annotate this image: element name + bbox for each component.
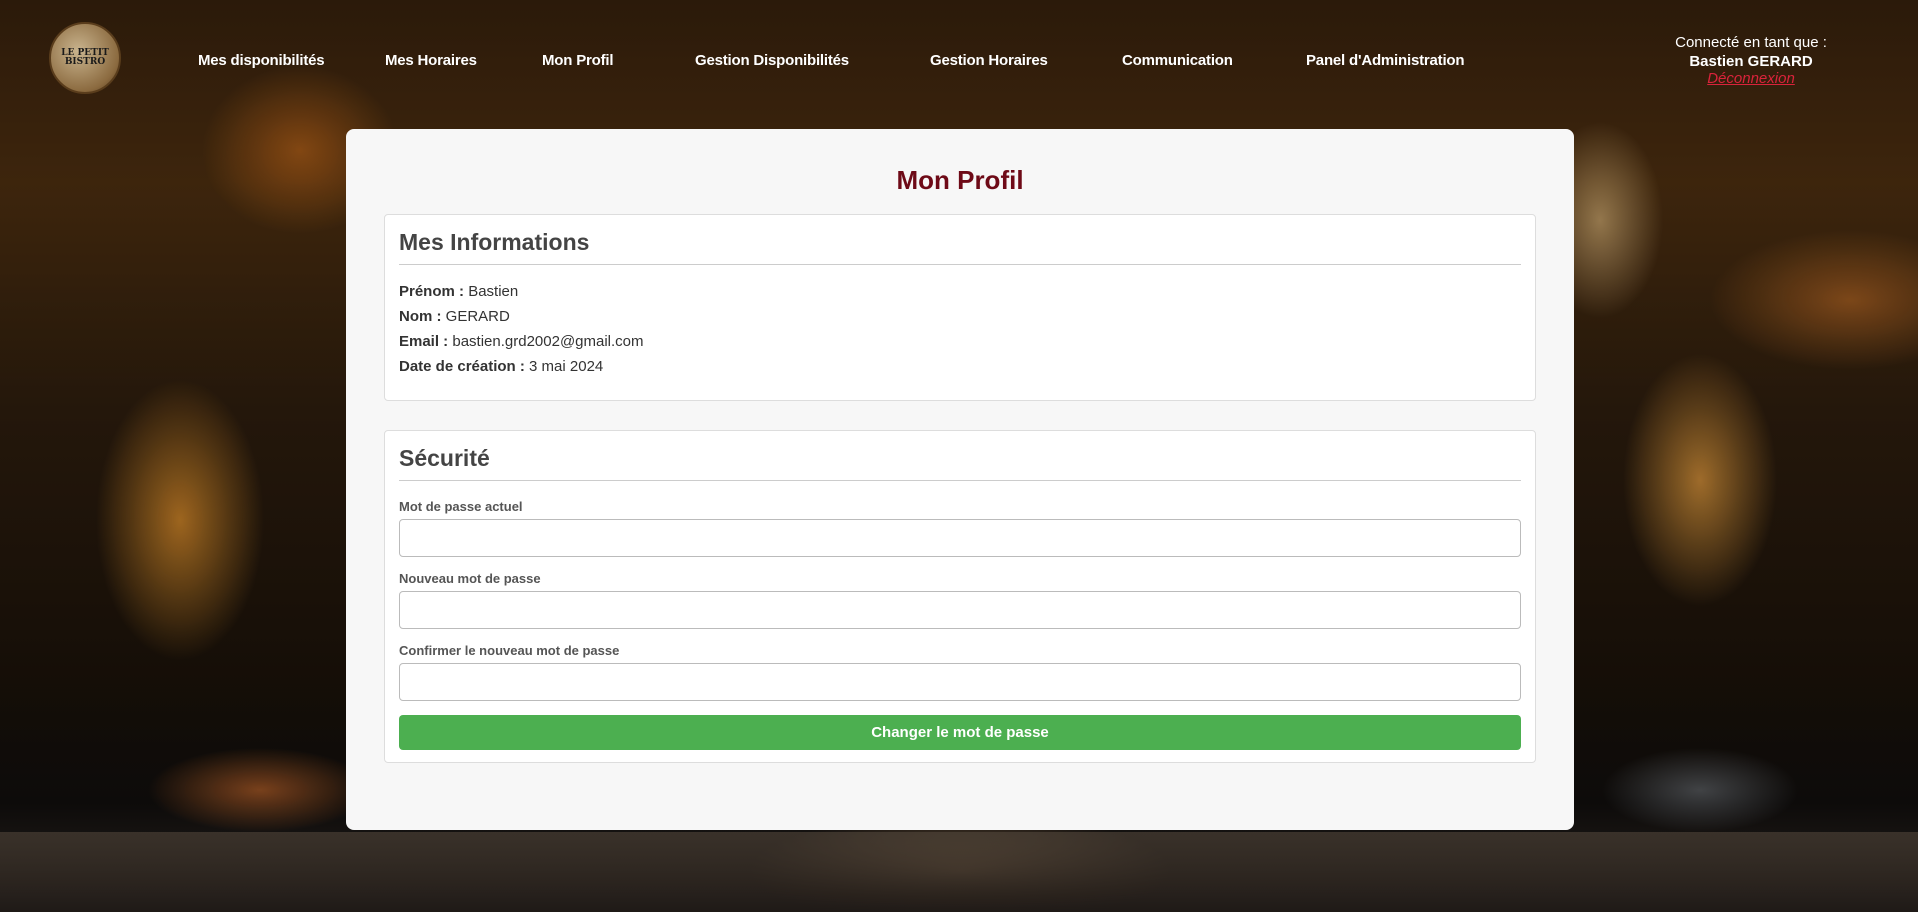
nav-mes-disponibilites[interactable]: Mes disponibilités [198, 52, 325, 69]
current-password-label: Mot de passe actuel [399, 499, 523, 514]
confirm-password-label: Confirmer le nouveau mot de passe [399, 643, 620, 658]
info-email-row: Email : bastien.grd2002@gmail.com [399, 329, 1521, 354]
page-title: Mon Profil [896, 165, 1024, 195]
logged-in-label: Connecté en tant que : [1675, 34, 1827, 51]
bistro-logo-icon[interactable]: LE PETIT BISTRO [49, 22, 121, 94]
lastname-label: Nom : [399, 308, 442, 325]
info-firstname-row: Prénom : Bastien [399, 279, 1521, 304]
nav-communication[interactable]: Communication [1122, 52, 1233, 69]
security-section-title: Sécurité [399, 431, 1521, 481]
created-label: Date de création : [399, 358, 525, 375]
user-name: Bastien GERARD [1689, 53, 1813, 70]
profile-card: Mon Profil Mes Informations Prénom : Bas… [346, 129, 1574, 830]
current-password-input[interactable] [399, 519, 1521, 557]
info-created-row: Date de création : 3 mai 2024 [399, 354, 1521, 379]
security-section: Sécurité Mot de passe actuel Nouveau mot… [384, 430, 1536, 763]
firstname-value: Bastien [468, 283, 519, 300]
nav-panel-administration[interactable]: Panel d'Administration [1306, 52, 1465, 69]
top-navigation: LE PETIT BISTRO Mes disponibilités Mes H… [0, 0, 1918, 125]
change-password-button[interactable]: Changer le mot de passe [399, 715, 1521, 750]
info-section-title: Mes Informations [399, 215, 1521, 265]
user-info: Connecté en tant que : Bastien GERARD Dé… [1671, 34, 1831, 87]
firstname-label: Prénom : [399, 283, 465, 300]
email-label: Email : [399, 333, 449, 350]
info-list: Prénom : Bastien Nom : GERARD Email : ba… [399, 265, 1521, 379]
info-section: Mes Informations Prénom : Bastien Nom : … [384, 214, 1536, 401]
created-value: 3 mai 2024 [529, 358, 604, 375]
new-password-input[interactable] [399, 591, 1521, 629]
info-lastname-row: Nom : GERARD [399, 304, 1521, 329]
nav-gestion-disponibilites[interactable]: Gestion Disponibilités [695, 52, 849, 69]
logout-link[interactable]: Déconnexion [1671, 70, 1831, 87]
confirm-password-input[interactable] [399, 663, 1521, 701]
nav-gestion-horaires[interactable]: Gestion Horaires [930, 52, 1048, 69]
new-password-label: Nouveau mot de passe [399, 571, 541, 586]
email-value: bastien.grd2002@gmail.com [452, 333, 644, 350]
logo-text: LE PETIT BISTRO [61, 48, 109, 67]
nav-mon-profil[interactable]: Mon Profil [542, 52, 614, 69]
nav-mes-horaires[interactable]: Mes Horaires [385, 52, 477, 69]
lastname-value: GERARD [445, 308, 510, 325]
